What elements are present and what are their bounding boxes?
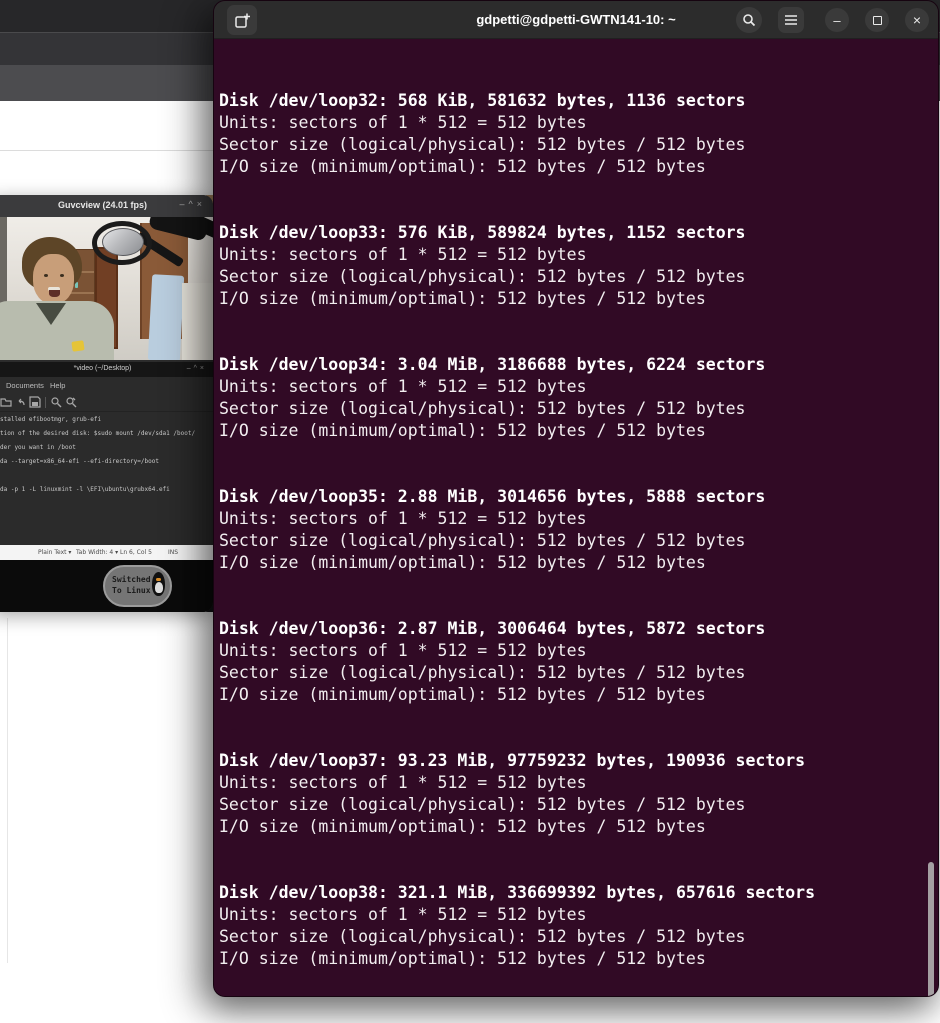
- tab-width-selector[interactable]: Tab Width: 4 ▾: [76, 549, 118, 556]
- save-icon[interactable]: [29, 396, 41, 408]
- disk-detail-line: Sector size (logical/physical): 512 byte…: [219, 266, 815, 288]
- menu-help[interactable]: Help: [50, 381, 65, 390]
- hamburger-menu-icon: [784, 14, 798, 26]
- disk-detail-line: Units: sectors of 1 * 512 = 512 bytes: [219, 112, 815, 134]
- terminal-scrollbar[interactable]: [928, 862, 934, 997]
- webcam-appliance: [182, 283, 213, 360]
- minimize-icon: –: [179, 199, 188, 209]
- disk-detail-line: Sector size (logical/physical): 512 byte…: [219, 134, 815, 156]
- editor-toolbar: [0, 393, 213, 412]
- editor-line: stalled efibootmgr, grub-efi: [0, 416, 210, 430]
- watermark-text: SwitchedTo Linux: [112, 574, 151, 596]
- terminal-window: gdpetti@gdpetti-GWTN141-10: ~ – × Disk /…: [213, 0, 939, 997]
- maximize-icon: [873, 16, 882, 25]
- disk-detail-line: I/O size (minimum/optimal): 512 bytes / …: [219, 288, 815, 310]
- fdisk-output-block: Disk /dev/loop34: 3.04 MiB, 3186688 byte…: [219, 354, 815, 442]
- disk-header-line: Disk /dev/loop34: 3.04 MiB, 3186688 byte…: [219, 354, 815, 376]
- disk-detail-line: Sector size (logical/physical): 512 byte…: [219, 530, 815, 552]
- disk-detail-line: Units: sectors of 1 * 512 = 512 bytes: [219, 508, 815, 530]
- terminal-headerbar[interactable]: gdpetti@gdpetti-GWTN141-10: ~ – ×: [214, 1, 938, 39]
- webcam-blue-panel: [148, 274, 184, 360]
- disk-header-line: Disk /dev/loop37: 93.23 MiB, 97759232 by…: [219, 750, 815, 772]
- minimize-icon: –: [187, 365, 194, 372]
- page-divider: [0, 150, 213, 151]
- person-mouth: [49, 290, 60, 297]
- fdisk-output-block: Disk /dev/loop32: 568 KiB, 581632 bytes,…: [219, 90, 815, 178]
- microphone-icon: [102, 228, 144, 256]
- video-letterbox: SwitchedTo Linux: [0, 560, 213, 612]
- disk-header-line: Disk /dev/loop38: 321.1 MiB, 336699392 b…: [219, 882, 815, 904]
- editor-line: da -p 1 -L linuxmint -l \EFI\ubuntu\grub…: [0, 486, 210, 500]
- disk-detail-line: I/O size (minimum/optimal): 512 bytes / …: [219, 816, 815, 838]
- close-icon: ×: [197, 199, 206, 209]
- disk-header-line: Disk /dev/loop33: 576 KiB, 589824 bytes,…: [219, 222, 815, 244]
- editor-line: da --target=x86_64-efi --efi-directory=/…: [0, 458, 210, 472]
- minimize-icon: –: [833, 13, 840, 28]
- menu-documents[interactable]: Documents: [6, 381, 44, 390]
- maximize-icon: ^: [189, 199, 197, 209]
- undo-icon[interactable]: [15, 396, 27, 408]
- disk-header-line: Disk /dev/loop36: 2.87 MiB, 3006464 byte…: [219, 618, 815, 640]
- person-eye: [44, 274, 48, 277]
- fdisk-output-block: Disk /dev/loop37: 93.23 MiB, 97759232 by…: [219, 750, 815, 838]
- disk-detail-line: Sector size (logical/physical): 512 byte…: [219, 398, 815, 420]
- close-button[interactable]: ×: [905, 8, 929, 32]
- text-editor-window: *video (~/Desktop) –^× s Documents Help …: [0, 362, 213, 560]
- disk-header-line: Disk /dev/loop32: 568 KiB, 581632 bytes,…: [219, 90, 815, 112]
- person-eye: [60, 274, 64, 277]
- video-player[interactable]: Guvcview (24.01 fps) –^×: [0, 195, 213, 612]
- minimize-button[interactable]: –: [825, 8, 849, 32]
- disk-detail-line: I/O size (minimum/optimal): 512 bytes / …: [219, 948, 815, 970]
- disk-detail-line: I/O size (minimum/optimal): 512 bytes / …: [219, 552, 815, 574]
- fdisk-output-block: Disk /dev/loop35: 2.88 MiB, 3014656 byte…: [219, 486, 815, 574]
- fdisk-output-block: Disk /dev/loop33: 576 KiB, 589824 bytes,…: [219, 222, 815, 310]
- close-icon: ×: [913, 12, 921, 28]
- search-button[interactable]: [736, 7, 762, 33]
- editor-titlebar: *video (~/Desktop) –^×: [0, 362, 213, 377]
- terminal-output: Disk /dev/loop32: 568 KiB, 581632 bytes,…: [219, 90, 815, 997]
- disk-detail-line: Sector size (logical/physical): 512 byte…: [219, 662, 815, 684]
- editor-line: der you want in /boot: [0, 444, 210, 458]
- guvcview-titlebar: Guvcview (24.01 fps) –^×: [0, 195, 213, 217]
- disk-detail-line: I/O size (minimum/optimal): 512 bytes / …: [219, 684, 815, 706]
- fdisk-output-block: Disk /dev/loop36: 2.87 MiB, 3006464 byte…: [219, 618, 815, 706]
- disk-detail-line: I/O size (minimum/optimal): 512 bytes / …: [219, 156, 815, 178]
- language-selector[interactable]: Plain Text ▾: [38, 549, 71, 556]
- editor-menubar: s Documents Help: [0, 377, 213, 393]
- menu-button[interactable]: [778, 7, 804, 33]
- tux-penguin-icon: [149, 570, 167, 600]
- close-icon: ×: [200, 365, 207, 372]
- webcam-video: [0, 217, 213, 360]
- search-icon: [742, 13, 756, 27]
- editor-line: [0, 472, 210, 486]
- fdisk-output-block: Disk /dev/loop38: 321.1 MiB, 336699392 b…: [219, 882, 815, 970]
- disk-detail-line: Sector size (logical/physical): 512 byte…: [219, 926, 815, 948]
- disk-detail-line: Units: sectors of 1 * 512 = 512 bytes: [219, 772, 815, 794]
- terminal-content[interactable]: Disk /dev/loop32: 568 KiB, 581632 bytes,…: [214, 39, 938, 997]
- replace-icon[interactable]: [65, 396, 77, 408]
- cursor-position: Ln 6, Col 5: [120, 549, 152, 556]
- screen: Guvcview (24.01 fps) –^×: [0, 0, 940, 1023]
- disk-header-line: Disk /dev/loop35: 2.88 MiB, 3014656 byte…: [219, 486, 815, 508]
- disk-detail-line: Sector size (logical/physical): 512 byte…: [219, 794, 815, 816]
- disk-detail-line: Units: sectors of 1 * 512 = 512 bytes: [219, 640, 815, 662]
- toolbar-separator: [45, 397, 46, 408]
- editor-title: *video (~/Desktop): [74, 365, 132, 372]
- guvcview-window-controls: –^×: [179, 199, 206, 209]
- editor-statusbar: Plain Text ▾ Tab Width: 4 ▾ Ln 6, Col 5 …: [0, 545, 213, 560]
- shirt-badge: [71, 340, 84, 352]
- switched-to-linux-logo: SwitchedTo Linux: [103, 565, 172, 607]
- editor-text-area[interactable]: stalled efibootmgr, grub-efition of the …: [0, 416, 210, 500]
- page-edge-line: [7, 618, 8, 963]
- editor-window-controls: –^×: [187, 365, 207, 372]
- disk-detail-line: I/O size (minimum/optimal): 512 bytes / …: [219, 420, 815, 442]
- disk-detail-line: Units: sectors of 1 * 512 = 512 bytes: [219, 244, 815, 266]
- disk-detail-line: Units: sectors of 1 * 512 = 512 bytes: [219, 376, 815, 398]
- disk-detail-line: Units: sectors of 1 * 512 = 512 bytes: [219, 904, 815, 926]
- find-icon[interactable]: [50, 396, 62, 408]
- editor-line: tion of the desired disk: $sudo mount /d…: [0, 430, 210, 444]
- insert-mode: INS: [168, 549, 178, 556]
- open-icon[interactable]: [0, 396, 12, 408]
- maximize-button[interactable]: [865, 8, 889, 32]
